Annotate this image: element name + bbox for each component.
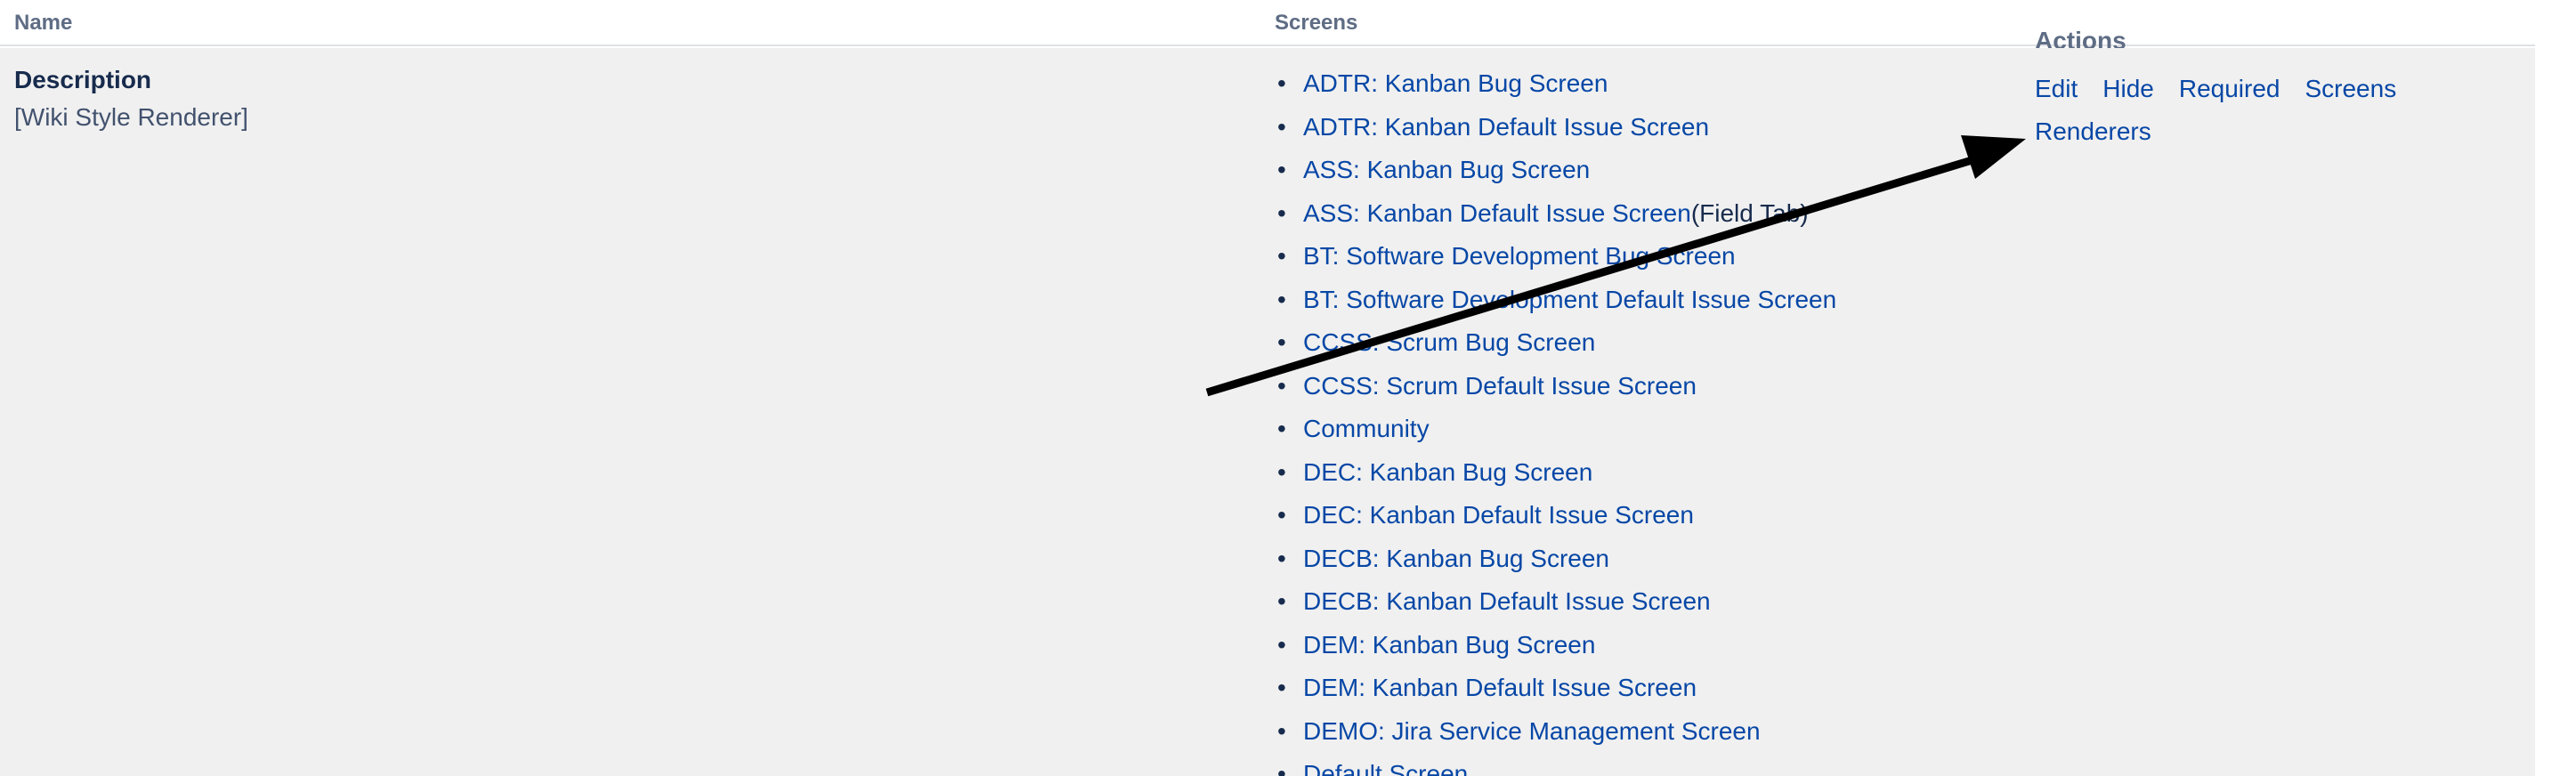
- table-header: Name Screens Actions: [0, 0, 2535, 54]
- screen-list-item: • DEM: Kanban Default Issue Screen: [1273, 667, 1836, 710]
- screen-link[interactable]: DECB: Kanban Default Issue Screen: [1303, 587, 1711, 615]
- screen-list-item: • DEM: Kanban Bug Screen: [1273, 624, 1836, 667]
- screen-link[interactable]: DEC: Kanban Default Issue Screen: [1303, 501, 1694, 529]
- bullet-icon: •: [1277, 328, 1286, 356]
- screen-list-item: • Default Screen: [1273, 753, 1836, 776]
- screen-list-item: • DECB: Kanban Default Issue Screen: [1273, 580, 1836, 624]
- page: Name Screens Actions Description [Wiki S…: [0, 0, 2576, 776]
- screen-list-item: • DEC: Kanban Bug Screen: [1273, 451, 1836, 495]
- bullet-icon: •: [1277, 544, 1286, 572]
- bullet-icon: •: [1277, 760, 1286, 776]
- screen-link[interactable]: DECB: Kanban Bug Screen: [1303, 545, 1609, 572]
- screen-list-item: • ADTR: Kanban Default Issue Screen: [1273, 106, 1836, 150]
- screen-list-item: • DEC: Kanban Default Issue Screen: [1273, 494, 1836, 538]
- screen-link[interactable]: ADTR: Kanban Bug Screen: [1303, 69, 1608, 97]
- screen-link[interactable]: ADTR: Kanban Default Issue Screen: [1303, 113, 1709, 141]
- bullet-icon: •: [1277, 371, 1286, 400]
- screen-link[interactable]: DEM: Kanban Bug Screen: [1303, 631, 1595, 659]
- screen-link[interactable]: DEC: Kanban Bug Screen: [1303, 458, 1592, 486]
- screen-link[interactable]: BT: Software Development Bug Screen: [1303, 242, 1736, 270]
- bullet-icon: •: [1277, 587, 1286, 615]
- bullet-icon: •: [1277, 285, 1286, 313]
- screens-list: • ADTR: Kanban Bug Screen • ADTR: Kanban De…: [1273, 62, 1836, 776]
- bullet-icon: •: [1277, 198, 1286, 227]
- screen-link[interactable]: ASS: Kanban Default Issue Screen: [1303, 199, 1691, 227]
- screen-link[interactable]: CCSS: Scrum Default Issue Screen: [1303, 372, 1697, 400]
- screen-list-item: • DEMO: Jira Service Management Screen: [1273, 710, 1836, 754]
- screen-list-item: • ASS: Kanban Default Issue Screen(Field …: [1273, 192, 1836, 236]
- screen-link[interactable]: ASS: Kanban Bug Screen: [1303, 156, 1590, 183]
- screens-link[interactable]: Screens: [2305, 68, 2396, 110]
- renderers-link[interactable]: Renderers: [2035, 110, 2151, 153]
- screen-list-item: • BT: Software Development Default Issue …: [1273, 279, 1836, 322]
- screen-link[interactable]: DEM: Kanban Default Issue Screen: [1303, 674, 1697, 701]
- bullet-icon: •: [1277, 457, 1286, 486]
- header-name: Name: [14, 11, 73, 35]
- screen-link[interactable]: Default Screen: [1303, 760, 1468, 776]
- screen-list-item: • CCSS: Scrum Default Issue Screen: [1273, 365, 1836, 408]
- screen-list-item: • CCSS: Scrum Bug Screen: [1273, 321, 1836, 365]
- screen-link[interactable]: Community: [1303, 415, 1430, 442]
- screen-link[interactable]: DEMO: Jira Service Management Screen: [1303, 717, 1761, 745]
- field-configuration-table: Name Screens Actions Description [Wiki S…: [0, 0, 2535, 776]
- edit-link[interactable]: Edit: [2035, 68, 2078, 110]
- field-renderer: [Wiki Style Renderer]: [14, 103, 248, 131]
- bullet-icon: •: [1277, 630, 1286, 659]
- bullet-icon: •: [1277, 716, 1286, 745]
- header-screens: Screens: [1275, 11, 1358, 35]
- hide-link[interactable]: Hide: [2102, 68, 2154, 110]
- bullet-icon: •: [1277, 674, 1286, 701]
- field-name: Description: [14, 66, 152, 93]
- table-row: Description [Wiki Style Renderer] • ADTR:…: [0, 48, 2535, 776]
- required-link[interactable]: Required: [2179, 68, 2280, 110]
- screen-list-item: • ASS: Kanban Bug Screen: [1273, 149, 1836, 192]
- bullet-icon: •: [1277, 69, 1286, 97]
- bullet-icon: •: [1277, 501, 1286, 529]
- screen-tab-label: (Field Tab): [1690, 198, 1809, 227]
- bullet-icon: •: [1277, 415, 1286, 442]
- screen-link[interactable]: CCSS: Scrum Bug Screen: [1303, 328, 1595, 356]
- actions-cell: Edit Hide Required Screens Renderers: [2035, 68, 2498, 153]
- screen-list-item: • DECB: Kanban Bug Screen: [1273, 538, 1836, 581]
- bullet-icon: •: [1277, 112, 1286, 141]
- screen-list-item: • ADTR: Kanban Bug Screen: [1273, 62, 1836, 106]
- screen-list-item: • Community: [1273, 408, 1836, 451]
- bullet-icon: •: [1277, 242, 1286, 270]
- screen-list-item: • BT: Software Development Bug Screen: [1273, 235, 1836, 279]
- screen-link[interactable]: BT: Software Development Default Issue S…: [1303, 286, 1836, 313]
- bullet-icon: •: [1277, 156, 1286, 183]
